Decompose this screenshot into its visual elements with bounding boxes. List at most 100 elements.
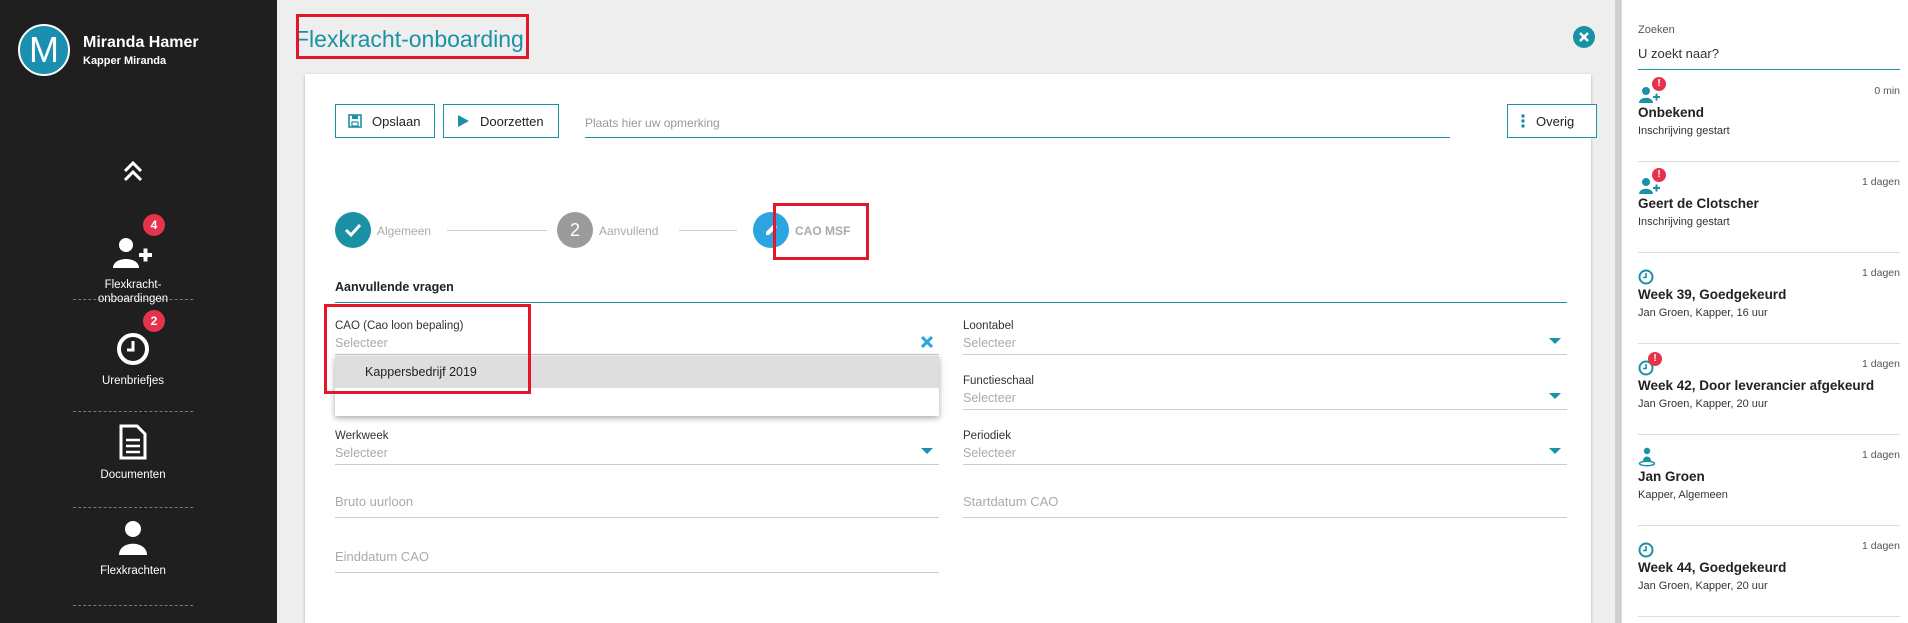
collapse-up-icon[interactable] <box>122 158 144 184</box>
step-connector <box>679 230 737 231</box>
chevron-down-icon <box>921 448 933 454</box>
field-label: Werkweek <box>335 430 389 442</box>
field-value: Selecteer <box>963 446 1016 460</box>
feed-title: Week 42, Door leverancier afgekeurd <box>1638 378 1875 393</box>
step-connector <box>447 230 547 231</box>
user-company: Kapper Miranda <box>83 54 167 67</box>
field-placeholder: Startdatum CAO <box>963 494 1059 509</box>
main-area: Flexkracht-onboarding Opslaan Doorzetten… <box>277 0 1615 623</box>
feed-time: 1 dagen <box>1862 267 1900 279</box>
sidebar-item-label: Flexkracht- onboardingen <box>97 279 169 305</box>
chevron-down-icon <box>1549 338 1561 344</box>
step-label: Algemeen <box>377 224 432 238</box>
chevron-down-icon <box>1549 393 1561 399</box>
feed-title: Week 39, Goedgekeurd <box>1638 287 1787 302</box>
field-label: Functieschaal <box>963 375 1034 387</box>
step-highlight <box>773 203 869 260</box>
step-aanvullend[interactable]: 2 <box>557 212 593 248</box>
search-input[interactable]: U zoekt naar? <box>1638 44 1900 70</box>
sidebar-item-flexkrachten[interactable]: Flexkrachten <box>73 508 193 606</box>
feed-item[interactable]: 1 dagen Jan Groen Kapper, Algemeen <box>1638 435 1900 526</box>
person-pin-icon <box>1638 445 1668 467</box>
clock-alert-icon: ! <box>1638 352 1668 376</box>
avatar[interactable]: M <box>18 24 70 76</box>
sidebar-item-label: Urenbriefjes <box>102 375 164 387</box>
user-add-icon <box>113 238 152 268</box>
clear-icon[interactable] <box>921 336 933 348</box>
search-label: Zoeken <box>1638 24 1675 36</box>
field-value: Selecteer <box>335 446 388 460</box>
step-label: Aanvullend <box>599 224 659 238</box>
sidebar-item-label: Documenten <box>100 469 166 481</box>
chevron-down-icon <box>1549 448 1561 454</box>
field-value: Selecteer <box>963 336 1016 350</box>
remark-input[interactable]: Plaats hier uw opmerking <box>585 108 1450 138</box>
cao-field-highlight <box>324 304 531 394</box>
uren-count-badge: 2 <box>143 310 165 332</box>
sidebar-item-label: Flexkrachten <box>100 565 166 577</box>
feed-subtitle: Jan Groen, Kapper, 16 uur <box>1638 307 1768 319</box>
field-label: Loontabel <box>963 320 1014 332</box>
play-icon <box>458 115 469 127</box>
feed-item[interactable]: ! 1 dagen Geert de Clotscher Inschrijvin… <box>1638 162 1900 253</box>
feed-subtitle: Jan Groen, Kapper, 20 uur <box>1638 398 1768 410</box>
save-icon <box>348 114 362 128</box>
loontabel-select[interactable]: Loontabel Selecteer <box>963 320 1567 355</box>
close-button[interactable] <box>1573 26 1595 48</box>
periodiek-select[interactable]: Periodiek Selecteer <box>963 430 1567 465</box>
document-icon <box>119 424 147 460</box>
forward-button[interactable]: Doorzetten <box>443 104 559 138</box>
feed-item[interactable]: ! 1 dagen Week 42, Door leverancier afge… <box>1638 344 1900 435</box>
feed-title: Geert de Clotscher <box>1638 196 1759 211</box>
feed-title: Jan Groen <box>1638 469 1705 484</box>
onboarding-count-badge: 4 <box>143 214 165 236</box>
clock-icon <box>117 333 149 365</box>
feed-item[interactable]: 1 dagen Week 39, Goedgekeurd Jan Groen, … <box>1638 253 1900 344</box>
feed-subtitle: Inschrijving gestart <box>1638 216 1730 228</box>
clock-icon <box>1638 536 1668 558</box>
feed-title: Week 44, Goedgekeurd <box>1638 560 1787 575</box>
feed-subtitle: Inschrijving gestart <box>1638 125 1730 137</box>
title-highlight <box>296 14 529 59</box>
feed-time: 1 dagen <box>1862 358 1900 370</box>
sidebar: M Miranda Hamer Kapper Miranda 4 Flexkra… <box>0 0 277 623</box>
feed-time: 1 dagen <box>1862 176 1900 188</box>
einddatum-cao-input[interactable]: Einddatum CAO <box>335 549 939 573</box>
activity-panel: Zoeken U zoekt naar? ! 0 min Onbekend In… <box>1621 0 1908 623</box>
person-icon <box>119 521 147 555</box>
save-label: Opslaan <box>372 113 421 129</box>
user-block: M Miranda Hamer Kapper Miranda <box>18 24 199 76</box>
more-label: Overig <box>1536 113 1575 129</box>
field-placeholder: Bruto uurloon <box>335 494 414 509</box>
feed-time: 1 dagen <box>1862 540 1900 552</box>
sidebar-item-onboardingen[interactable]: 4 Flexkracht- onboardingen <box>73 214 193 305</box>
section-title: Aanvullende vragen <box>335 280 1567 303</box>
feed-subtitle: Kapper, Algemeen <box>1638 489 1728 501</box>
feed-item[interactable]: ! 0 min Onbekend Inschrijving gestart <box>1638 71 1900 162</box>
sidebar-item-urenbriefjes[interactable]: 2 Urenbriefjes <box>73 310 193 412</box>
check-icon <box>344 223 362 238</box>
feed-subtitle: Jan Groen, Kapper, 20 uur <box>1638 580 1768 592</box>
step-algemeen[interactable] <box>335 212 371 248</box>
feed-title: Onbekend <box>1638 105 1705 120</box>
save-button[interactable]: Opslaan <box>335 104 435 138</box>
field-value: Selecteer <box>963 391 1016 405</box>
functieschaal-select[interactable]: Functieschaal Selecteer <box>963 375 1567 410</box>
user-add-alert-icon: ! <box>1638 168 1668 194</box>
clock-icon <box>1638 263 1668 285</box>
field-label: Periodiek <box>963 430 1011 442</box>
forward-label: Doorzetten <box>480 113 544 129</box>
field-placeholder: Einddatum CAO <box>335 549 429 564</box>
more-vertical-icon <box>1521 114 1525 128</box>
close-icon <box>1579 32 1589 42</box>
bruto-uurloon-input[interactable]: Bruto uurloon <box>335 494 939 518</box>
sidebar-item-documenten[interactable]: Documenten <box>73 412 193 508</box>
feed-time: 0 min <box>1874 85 1900 97</box>
werkweek-select[interactable]: Werkweek Selecteer <box>335 430 939 465</box>
user-name: Miranda Hamer <box>83 33 199 51</box>
feed-time: 1 dagen <box>1862 449 1900 461</box>
startdatum-cao-input[interactable]: Startdatum CAO <box>963 494 1567 518</box>
feed-item[interactable]: 1 dagen Week 44, Goedgekeurd Jan Groen, … <box>1638 526 1900 617</box>
user-add-alert-icon: ! <box>1638 77 1668 103</box>
more-button[interactable]: Overig <box>1507 104 1597 138</box>
